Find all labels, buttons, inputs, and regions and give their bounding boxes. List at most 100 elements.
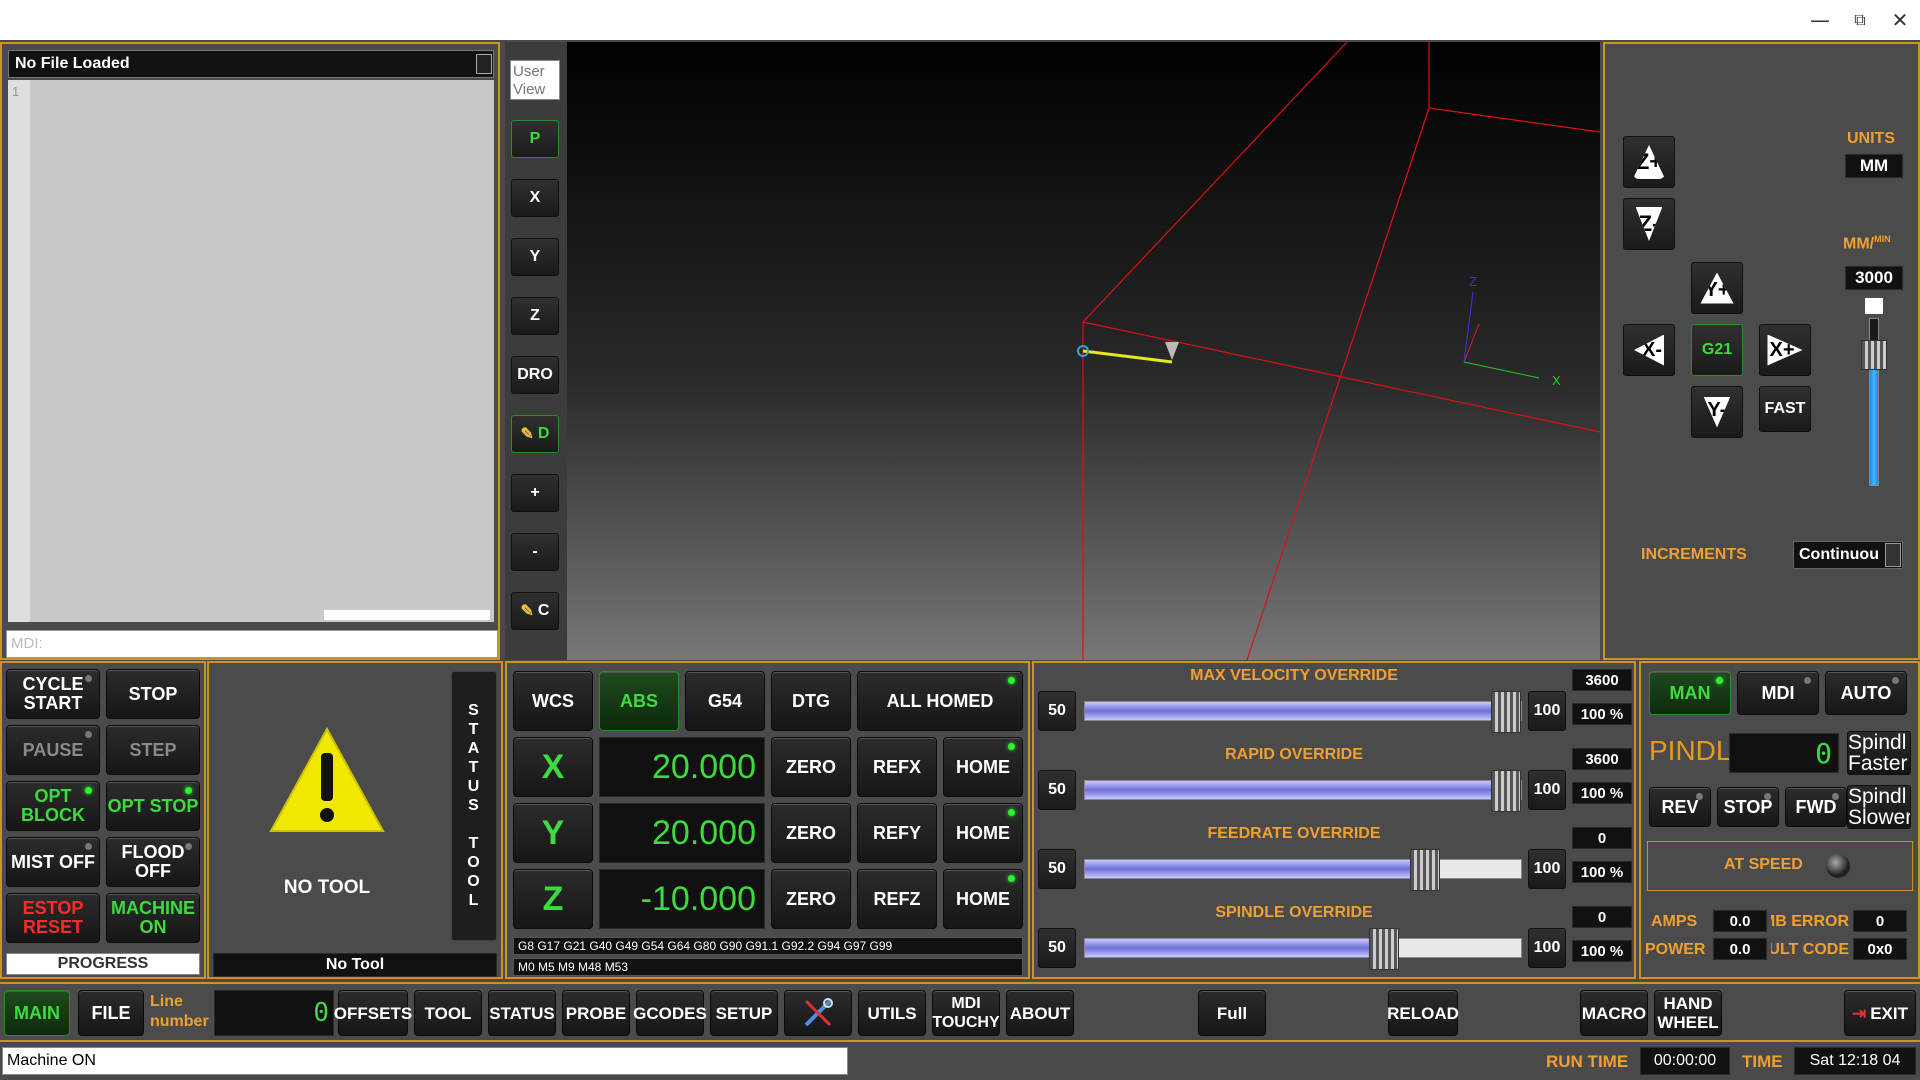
zoom-out-button[interactable]: - bbox=[511, 533, 559, 571]
hand-wheel-button[interactable]: HAND WHEEL bbox=[1654, 990, 1722, 1036]
override-max-button[interactable]: 100 bbox=[1528, 928, 1566, 968]
machine-on-button[interactable]: MACHINE ON bbox=[106, 893, 200, 943]
ref-z-button[interactable]: REFZ bbox=[857, 869, 937, 929]
mist-button[interactable]: MIST OFF bbox=[6, 837, 100, 887]
dimensions-button[interactable]: ✎ D bbox=[511, 415, 559, 453]
jog-z-plus-button[interactable]: Z+ bbox=[1623, 136, 1675, 188]
tab-status[interactable]: STATUS bbox=[488, 990, 556, 1036]
mode-man-button[interactable]: MAN bbox=[1649, 671, 1731, 715]
tab-utils[interactable]: UTILS bbox=[858, 990, 926, 1036]
override-slider-handle[interactable] bbox=[1491, 770, 1521, 812]
jog-y-plus-button[interactable]: Y+ bbox=[1691, 262, 1743, 314]
jog-rate-slider[interactable] bbox=[1861, 298, 1887, 488]
override-slider[interactable] bbox=[1084, 691, 1522, 733]
override-slider-handle[interactable] bbox=[1491, 691, 1521, 733]
close-icon[interactable]: ✕ bbox=[1885, 8, 1915, 32]
macro-button[interactable]: MACRO bbox=[1580, 990, 1648, 1036]
cycle-start-button[interactable]: CYCLE START bbox=[6, 669, 100, 719]
view-p-button[interactable]: P bbox=[511, 120, 559, 158]
reload-button[interactable]: RELOAD bbox=[1387, 990, 1459, 1036]
exit-button[interactable]: ⇥ EXIT bbox=[1844, 990, 1916, 1036]
all-homed-button[interactable]: ALL HOMED bbox=[857, 671, 1023, 731]
spindle-rev-button[interactable]: REV bbox=[1649, 787, 1711, 827]
minimize-icon[interactable]: — bbox=[1805, 8, 1835, 32]
user-view-select[interactable]: User View bbox=[510, 60, 560, 100]
spindle-stop-button[interactable]: STOP bbox=[1717, 787, 1779, 827]
override-slider-handle[interactable] bbox=[1369, 928, 1399, 970]
g54-button[interactable]: G54 bbox=[685, 671, 765, 731]
tab-main[interactable]: MAIN bbox=[4, 990, 70, 1036]
override-min-button[interactable]: 50 bbox=[1038, 928, 1076, 968]
override-slider[interactable] bbox=[1084, 928, 1522, 970]
ref-y-button[interactable]: REFY bbox=[857, 803, 937, 863]
view-y-button[interactable]: Y bbox=[511, 238, 559, 276]
wcs-button[interactable]: WCS bbox=[513, 671, 593, 731]
clear-plot-button[interactable]: ✎ C bbox=[511, 592, 559, 630]
jog-z-minus-button[interactable]: Z- bbox=[1623, 198, 1675, 250]
y-axis-label[interactable]: Y bbox=[513, 803, 593, 863]
gcode-text-area[interactable]: 1 bbox=[8, 80, 494, 622]
zoom-in-button[interactable]: + bbox=[511, 474, 559, 512]
spindle-faster-button[interactable]: Spindl Faster bbox=[1847, 731, 1911, 775]
override-max-button[interactable]: 100 bbox=[1528, 691, 1566, 731]
override-max-button[interactable]: 100 bbox=[1528, 770, 1566, 810]
tab-probe[interactable]: PROBE bbox=[562, 990, 630, 1036]
restore-icon[interactable]: ⧉ bbox=[1845, 8, 1875, 32]
home-x-button[interactable]: HOME bbox=[943, 737, 1023, 797]
tab-mdi-touchy[interactable]: MDI TOUCHY bbox=[932, 990, 1000, 1036]
fast-button[interactable]: FAST bbox=[1759, 386, 1811, 432]
opt-block-button[interactable]: OPT BLOCK bbox=[6, 781, 100, 831]
override-min-button[interactable]: 50 bbox=[1038, 691, 1076, 731]
jog-x-plus-button[interactable]: X+ bbox=[1759, 324, 1811, 376]
override-min-button[interactable]: 50 bbox=[1038, 770, 1076, 810]
tab-setup[interactable]: SETUP bbox=[710, 990, 778, 1036]
home-z-button[interactable]: HOME bbox=[943, 869, 1023, 929]
opt-stop-button[interactable]: OPT STOP bbox=[106, 781, 200, 831]
view-x-button[interactable]: X bbox=[511, 179, 559, 217]
estop-reset-button[interactable]: ESTOP RESET bbox=[6, 893, 100, 943]
jog-rate-handle[interactable] bbox=[1861, 340, 1887, 370]
tab-file[interactable]: FILE bbox=[78, 990, 144, 1036]
gcode-preview[interactable]: Z X bbox=[567, 42, 1600, 660]
override-slider[interactable] bbox=[1084, 770, 1522, 812]
full-screen-button[interactable]: Full bbox=[1198, 990, 1266, 1036]
tab-gcodes[interactable]: GCODES bbox=[633, 990, 707, 1036]
mdi-input[interactable]: MDI: bbox=[6, 630, 498, 658]
mode-mdi-button[interactable]: MDI bbox=[1737, 671, 1819, 715]
tab-tool[interactable]: TOOL bbox=[414, 990, 482, 1036]
abs-button[interactable]: ABS bbox=[599, 671, 679, 731]
zero-z-button[interactable]: ZERO bbox=[771, 869, 851, 929]
mode-auto-button[interactable]: AUTO bbox=[1825, 671, 1907, 715]
zero-x-button[interactable]: ZERO bbox=[771, 737, 851, 797]
x-axis-label[interactable]: X bbox=[513, 737, 593, 797]
step-button[interactable]: STEP bbox=[106, 725, 200, 775]
override-min-button[interactable]: 50 bbox=[1038, 849, 1076, 889]
override-slider-handle[interactable] bbox=[1410, 849, 1440, 891]
stop-button[interactable]: STOP bbox=[106, 669, 200, 719]
jog-x-minus-button[interactable]: X- bbox=[1623, 324, 1675, 376]
tab-settings[interactable] bbox=[784, 990, 852, 1036]
home-y-button[interactable]: HOME bbox=[943, 803, 1023, 863]
view-z-button[interactable]: Z bbox=[511, 297, 559, 335]
ref-x-button[interactable]: REFX bbox=[857, 737, 937, 797]
zero-y-button[interactable]: ZERO bbox=[771, 803, 851, 863]
rate-units-label: MM/MIN bbox=[1843, 234, 1891, 253]
tab-about[interactable]: ABOUT bbox=[1006, 990, 1074, 1036]
spindle-fwd-button[interactable]: FWD bbox=[1785, 787, 1847, 827]
pause-button[interactable]: PAUSE bbox=[6, 725, 100, 775]
dtg-button[interactable]: DTG bbox=[771, 671, 851, 731]
z-axis-label[interactable]: Z bbox=[513, 869, 593, 929]
status-tool-tab[interactable]: STATUS TOOL bbox=[451, 671, 497, 941]
chevron-down-icon[interactable] bbox=[1885, 543, 1901, 567]
override-slider[interactable] bbox=[1084, 849, 1522, 891]
g21-button[interactable]: G21 bbox=[1691, 324, 1743, 376]
spindle-slower-button[interactable]: Spindl Slower bbox=[1847, 785, 1911, 829]
horizontal-scrollbar[interactable] bbox=[324, 610, 490, 620]
flood-button[interactable]: FLOOD OFF bbox=[106, 837, 200, 887]
file-menu-button[interactable] bbox=[476, 54, 492, 74]
toolpath bbox=[1082, 349, 1173, 364]
dro-toggle-button[interactable]: DRO bbox=[511, 356, 559, 394]
jog-y-minus-button[interactable]: Y- bbox=[1691, 386, 1743, 438]
override-max-button[interactable]: 100 bbox=[1528, 849, 1566, 889]
tab-offsets[interactable]: OFFSETS bbox=[334, 990, 412, 1036]
